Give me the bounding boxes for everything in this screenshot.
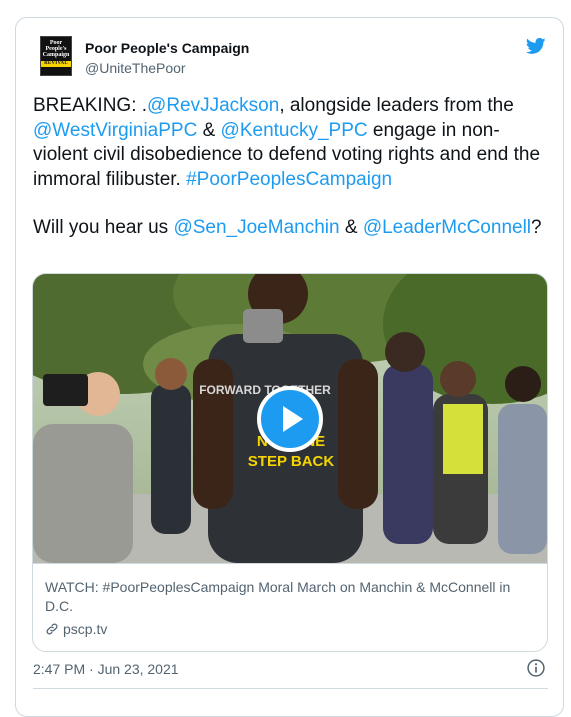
text-segment: ? <box>531 217 542 238</box>
play-button[interactable] <box>257 386 323 452</box>
media-card-domain[interactable]: pscp.tv <box>45 621 107 637</box>
mention-revjjackson[interactable]: @RevJJackson <box>147 95 279 116</box>
info-icon[interactable] <box>526 658 546 678</box>
mention-kentucky-ppc[interactable]: @Kentucky_PPC <box>221 120 368 141</box>
avatar[interactable]: Poor People's Campaign REVIVAL <box>40 36 72 76</box>
media-card-info[interactable]: WATCH: #PoorPeoplesCampaign Moral March … <box>33 563 547 651</box>
tweet-paragraph-2: Will you hear us @Sen_JoeManchin & @Lead… <box>33 216 553 241</box>
media-domain-text: pscp.tv <box>63 621 108 637</box>
text-segment: Will you hear us <box>33 217 174 238</box>
author-name[interactable]: Poor People's Campaign <box>85 40 249 56</box>
tweet-embed-card: Poor People's Campaign REVIVAL Poor Peop… <box>15 17 564 717</box>
mention-leadermcconnell[interactable]: @LeaderMcConnell <box>363 217 531 238</box>
text-segment: & <box>339 217 363 238</box>
shirt-text-line-2: STEP BACK <box>248 453 335 470</box>
text-segment: BREAKING: . <box>33 95 148 116</box>
tweet-paragraph-1: BREAKING: .@RevJJackson, alongside leade… <box>33 94 553 192</box>
mention-sen-joemanchin[interactable]: @Sen_JoeManchin <box>173 217 339 238</box>
twitter-bird-icon[interactable] <box>525 36 547 56</box>
media-card-title[interactable]: WATCH: #PoorPeoplesCampaign Moral March … <box>45 578 535 616</box>
media-card[interactable]: FORWARD TOGETHER NOT ONE STEP BACK WATCH… <box>32 273 548 652</box>
avatar-text-line-3: Campaign <box>42 52 70 58</box>
footer-divider <box>33 688 548 689</box>
text-segment: , alongside leaders from the <box>279 95 514 116</box>
avatar-banner: REVIVAL <box>41 61 71 67</box>
play-icon <box>283 406 303 432</box>
video-thumbnail[interactable]: FORWARD TOGETHER NOT ONE STEP BACK <box>33 274 547 563</box>
author-handle[interactable]: @UniteThePoor <box>85 60 186 76</box>
mention-westvirginiappc[interactable]: @WestVirginiaPPC <box>33 120 197 141</box>
tweet-text: BREAKING: .@RevJJackson, alongside leade… <box>33 94 553 241</box>
text-segment: & <box>197 119 221 141</box>
hashtag-poorpeoplescampaign[interactable]: #PoorPeoplesCampaign <box>186 169 392 190</box>
link-icon <box>46 623 58 635</box>
tweet-timestamp[interactable]: 2:47 PM · Jun 23, 2021 <box>33 661 179 677</box>
